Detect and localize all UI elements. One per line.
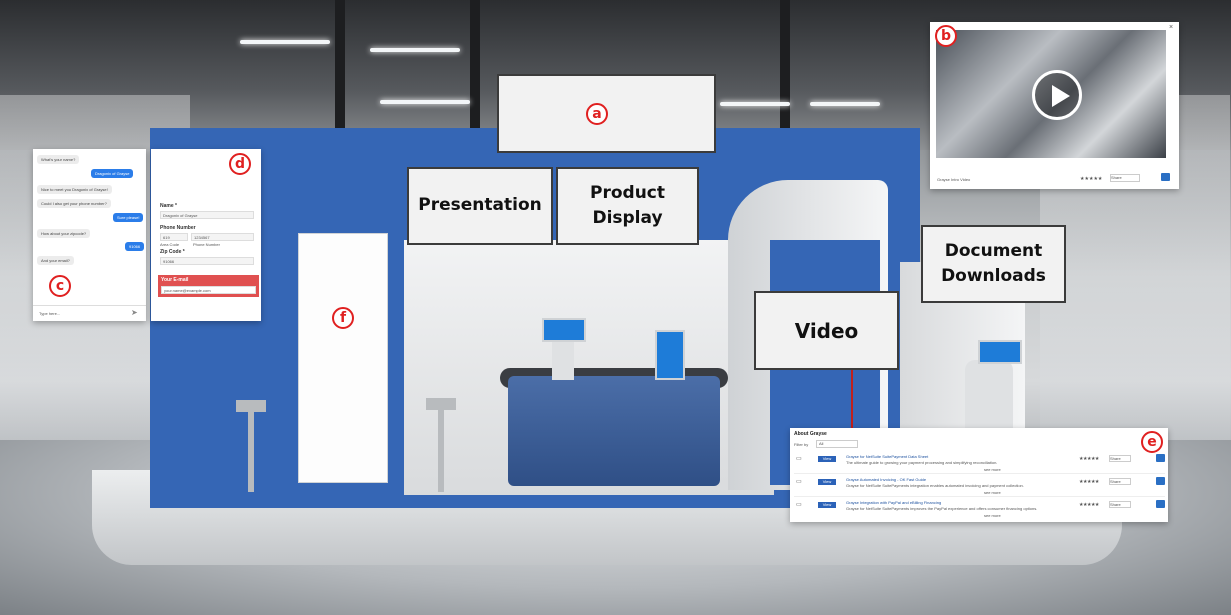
see-more-link[interactable]: see more — [984, 490, 1001, 495]
document-icon: ▭ — [796, 456, 802, 462]
zip-field[interactable]: 91066 — [160, 257, 254, 265]
documents-title: About Grayse — [794, 431, 827, 437]
document-row: ▭ View Grayse Integration with PayPal an… — [794, 498, 1165, 520]
ceiling-light — [380, 100, 470, 104]
download-icon[interactable] — [1161, 173, 1170, 181]
phone-number-caption: Phone Number — [193, 242, 220, 247]
kiosk-screen[interactable] — [542, 318, 586, 342]
chat-input[interactable]: Type here... — [39, 311, 60, 316]
email-label: Your E-mail — [161, 277, 189, 283]
presentation-hotspot[interactable]: Presentation — [407, 167, 553, 245]
badge-d: d — [229, 153, 251, 175]
badge-c: c — [49, 275, 71, 297]
email-field[interactable]: your.name@example.com — [161, 286, 256, 294]
share-select[interactable]: Share — [1109, 478, 1131, 485]
name-field[interactable]: Dragonix of Grayse — [160, 211, 254, 219]
ceiling-light — [810, 102, 880, 106]
document-downloads-label-line2: Downloads — [941, 266, 1046, 286]
presentation-label: Presentation — [418, 195, 542, 216]
see-more-link[interactable]: see more — [984, 513, 1001, 518]
see-more-link[interactable]: see more — [984, 467, 1001, 472]
document-description: The ultimate guide to growing your payme… — [846, 460, 998, 465]
share-select[interactable]: Share — [1109, 455, 1131, 462]
rating-stars[interactable]: ★★★★★ — [1079, 502, 1099, 508]
pointer-line — [851, 370, 853, 436]
product-display-hotspot[interactable]: Product Display — [556, 167, 699, 245]
document-title[interactable]: Grayse Integration with PayPal and eBill… — [846, 500, 941, 505]
badge-f: f — [332, 307, 354, 329]
lead-form-popup: Name * Dragonix of Grayse Phone Number 6… — [151, 149, 261, 321]
send-icon[interactable]: ➤ — [131, 308, 138, 317]
document-kiosk-screen[interactable] — [978, 340, 1022, 364]
view-button[interactable]: View — [818, 479, 836, 485]
name-label: Name * — [160, 203, 177, 209]
view-button[interactable]: View — [818, 456, 836, 462]
kiosk-stand — [552, 340, 574, 380]
play-icon[interactable] — [1032, 70, 1082, 120]
document-description: Grayse for NetSuite SuitePayments integr… — [846, 483, 1024, 488]
area-code-field[interactable]: 619 — [160, 233, 188, 241]
chat-input-bar: Type here... ➤ — [33, 305, 146, 321]
product-tablet[interactable] — [655, 330, 685, 380]
rating-stars[interactable]: ★★★★★ — [1079, 456, 1099, 462]
product-display-label-line1: Product — [590, 182, 665, 203]
download-icon[interactable] — [1156, 477, 1165, 485]
chat-message: And your email? — [37, 256, 74, 265]
rating-stars[interactable]: ★★★★★ — [1079, 479, 1099, 485]
document-downloads-label-line1: Document — [944, 240, 1043, 261]
close-icon[interactable]: × — [1169, 24, 1173, 31]
badge-a: a — [586, 103, 608, 125]
ceiling-light — [240, 40, 330, 44]
filter-select[interactable]: All — [816, 440, 858, 448]
chat-popup: What's your name? Dragonix of Grayse Nic… — [33, 149, 146, 321]
video-hotspot[interactable]: Video — [754, 291, 899, 370]
ceiling-light — [370, 48, 460, 52]
video-popup: × Grayse Intro Video ★★★★★ Share — [930, 22, 1179, 189]
product-display-label-line2: Display — [592, 208, 663, 228]
document-description: Grayse for NetSuite SuitePayments improv… — [846, 506, 1038, 511]
chat-message: How about your zipcode? — [37, 229, 91, 238]
video-label: Video — [794, 318, 859, 343]
brochure-stand-pole — [438, 408, 444, 492]
share-select[interactable]: Share — [1110, 174, 1140, 182]
documents-popup: About Grayse Filter by All ▭ View Grayse… — [790, 428, 1168, 522]
document-title[interactable]: Grayse for NetSuite SuitePayment Data Sh… — [846, 454, 928, 459]
reception-counter — [508, 376, 720, 486]
download-icon[interactable] — [1156, 454, 1165, 462]
brochure-stand-pole — [248, 410, 254, 492]
document-row: ▭ View Grayse for NetSuite SuitePayment … — [794, 452, 1165, 474]
document-icon: ▭ — [796, 479, 802, 485]
area-code-caption: Area Code — [160, 242, 180, 247]
video-caption: Grayse Intro Video — [937, 177, 971, 182]
email-section: Your E-mail your.name@example.com — [158, 275, 259, 297]
document-row: ▭ View Grayse Automated Invoicing - OK F… — [794, 475, 1165, 497]
chat-message: Dragonix of Grayse — [91, 169, 134, 178]
rating-stars[interactable]: ★★★★★ — [1080, 176, 1102, 182]
document-icon: ▭ — [796, 502, 802, 508]
phone-number-field[interactable]: 1234567 — [191, 233, 254, 241]
chat-message: 91066 — [125, 242, 145, 251]
badge-b: b — [935, 25, 957, 47]
chat-message: Nice to meet you Dragonix of Grayse! — [37, 185, 112, 194]
chat-message: Could I also get your phone number? — [37, 199, 111, 208]
document-downloads-hotspot[interactable]: Document Downloads — [921, 225, 1066, 303]
chat-message: What's your name? — [37, 155, 80, 164]
roll-up-banner[interactable] — [298, 233, 388, 483]
badge-e: e — [1141, 431, 1163, 453]
download-icon[interactable] — [1156, 500, 1165, 508]
zip-label: Zip Code * — [160, 249, 185, 255]
ceiling-light — [720, 102, 790, 106]
video-thumbnail[interactable] — [936, 30, 1166, 158]
filter-label: Filter by — [794, 442, 809, 447]
share-select[interactable]: Share — [1109, 501, 1131, 508]
view-button[interactable]: View — [818, 502, 836, 508]
chat-message: Sure please! — [113, 213, 144, 222]
phone-label: Phone Number — [160, 225, 196, 231]
document-title[interactable]: Grayse Automated Invoicing - OK Fast Gui… — [846, 477, 926, 482]
